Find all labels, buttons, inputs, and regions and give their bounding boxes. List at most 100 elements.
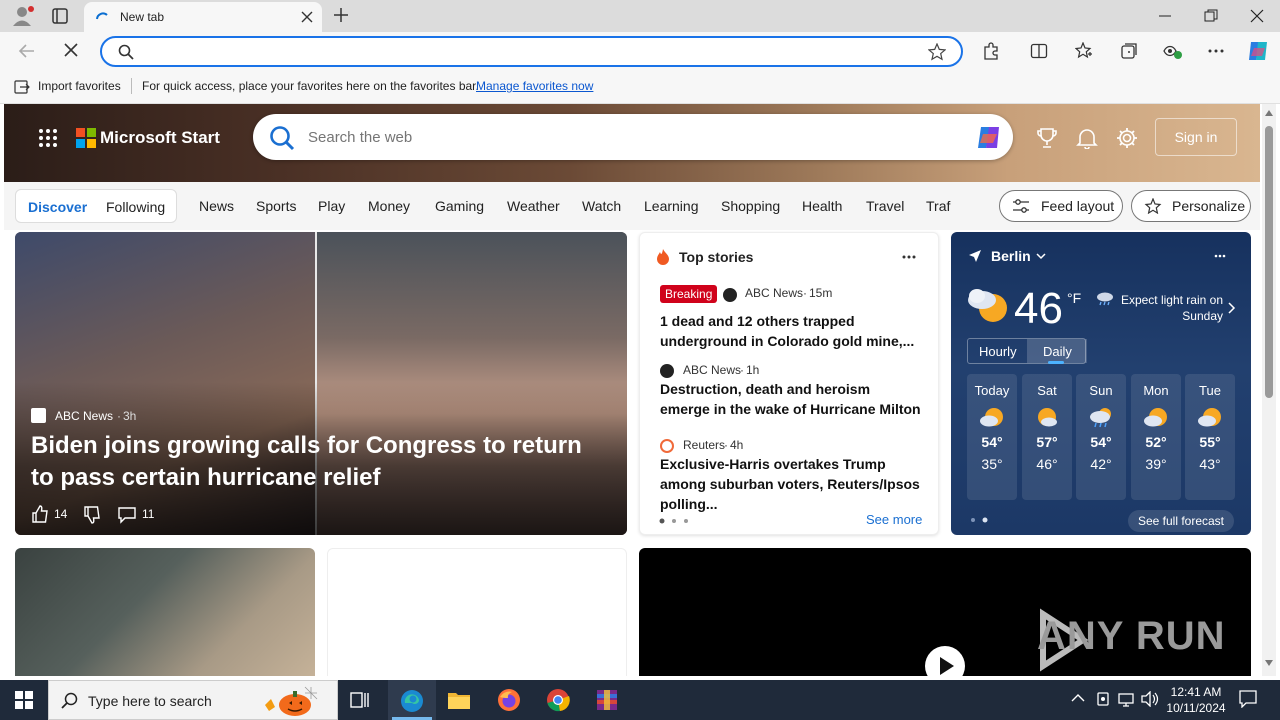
tab-close-icon[interactable] xyxy=(300,10,314,24)
day-name: Tue xyxy=(1199,383,1221,398)
address-input[interactable] xyxy=(142,42,912,62)
rewards-icon[interactable] xyxy=(1036,127,1058,149)
restore-icon[interactable] xyxy=(1204,9,1218,23)
forecast-day-sat[interactable]: Sat 57° 46° xyxy=(1022,374,1072,500)
comment-icon[interactable] xyxy=(118,506,136,524)
more-options-icon[interactable] xyxy=(902,255,916,259)
web-search-box[interactable] xyxy=(253,114,1013,160)
device-icon[interactable] xyxy=(1095,691,1111,707)
browser-essentials-icon[interactable] xyxy=(1163,42,1183,60)
tab-new-tab[interactable]: New tab xyxy=(84,2,322,32)
search-icon xyxy=(269,125,295,151)
nav-news[interactable]: News xyxy=(199,198,234,214)
copilot-icon[interactable] xyxy=(973,122,1003,152)
story-headline[interactable]: 1 dead and 12 others trapped underground… xyxy=(660,311,922,351)
winrar-icon[interactable] xyxy=(595,688,619,712)
weather-city[interactable]: Berlin xyxy=(991,248,1031,264)
tab-daily[interactable]: Daily xyxy=(1043,344,1072,359)
forecast-day-today[interactable]: Today 54° 35° xyxy=(967,374,1017,500)
nav-sports[interactable]: Sports xyxy=(256,198,296,214)
see-full-forecast-button[interactable]: See full forecast xyxy=(1128,510,1234,532)
more-options-icon[interactable] xyxy=(1214,254,1226,258)
chrome-icon[interactable] xyxy=(546,688,570,712)
chevron-down-icon[interactable] xyxy=(1036,253,1046,260)
nav-shopping[interactable]: Shopping xyxy=(721,198,780,214)
scrollbar-thumb[interactable] xyxy=(1265,126,1273,398)
more-icon[interactable] xyxy=(1207,42,1225,60)
feed-layout-button[interactable]: Feed layout xyxy=(999,190,1123,222)
scroll-down-icon[interactable] xyxy=(1265,660,1273,666)
collections-icon[interactable] xyxy=(1120,42,1138,60)
forecast-day-mon[interactable]: Mon 52° 39° xyxy=(1131,374,1181,500)
firefox-icon[interactable] xyxy=(497,688,521,712)
nav-gaming[interactable]: Gaming xyxy=(435,198,484,214)
task-view-icon[interactable] xyxy=(350,690,370,710)
nav-play[interactable]: Play xyxy=(318,198,345,214)
page-scrollbar[interactable] xyxy=(1262,104,1276,676)
tab-following[interactable]: Following xyxy=(106,199,165,215)
temp-unit[interactable]: °F xyxy=(1067,290,1081,306)
favorites-message: For quick access, place your favorites h… xyxy=(142,79,479,93)
edge-taskbar-button[interactable] xyxy=(388,680,436,720)
dislike-icon[interactable] xyxy=(83,506,101,524)
new-tab-button[interactable] xyxy=(332,6,350,24)
volume-icon[interactable] xyxy=(1141,691,1159,707)
story-headline[interactable]: Exclusive-Harris overtakes Trump among s… xyxy=(660,454,922,514)
app-launcher-icon[interactable] xyxy=(38,128,58,148)
notifications-icon[interactable] xyxy=(1076,127,1098,149)
tab-discover[interactable]: Discover xyxy=(28,199,87,215)
pagination-dots[interactable] xyxy=(659,518,693,524)
brand-name[interactable]: Microsoft Start xyxy=(100,128,220,148)
reuters-logo-icon xyxy=(660,439,674,453)
import-icon xyxy=(14,79,30,95)
forecast-day-sun[interactable]: Sun 54° 42° xyxy=(1076,374,1126,500)
video-card[interactable]: ANY RUN xyxy=(639,548,1251,676)
nav-health[interactable]: Health xyxy=(802,198,842,214)
minimize-icon[interactable] xyxy=(1158,9,1172,23)
nav-learning[interactable]: Learning xyxy=(644,198,699,214)
favorites-icon[interactable] xyxy=(1075,42,1093,60)
extensions-icon[interactable] xyxy=(982,42,1000,60)
tab-hourly[interactable]: Hourly xyxy=(979,344,1017,359)
see-more-link[interactable]: See more xyxy=(866,512,922,527)
forecast-day-tue[interactable]: Tue 55° 43° xyxy=(1185,374,1235,500)
sign-in-button[interactable]: Sign in xyxy=(1155,118,1237,156)
pagination-dots[interactable] xyxy=(970,517,990,523)
tab-actions-icon[interactable] xyxy=(52,8,68,24)
start-windows-icon[interactable] xyxy=(15,691,33,709)
lead-story-card[interactable]: ABC News · 3h Biden joins growing calls … xyxy=(15,232,627,535)
address-bar[interactable] xyxy=(100,36,963,67)
notification-center-icon[interactable] xyxy=(1239,690,1257,708)
file-explorer-icon[interactable] xyxy=(447,690,471,710)
import-favorites-button[interactable]: Import favorites xyxy=(38,79,121,93)
copilot-icon[interactable] xyxy=(1245,38,1271,64)
nav-watch[interactable]: Watch xyxy=(582,198,621,214)
story-headline[interactable]: Destruction, death and heroism emerge in… xyxy=(660,379,922,419)
nav-travel[interactable]: Travel xyxy=(866,198,904,214)
favorite-star-icon[interactable] xyxy=(928,43,946,61)
close-icon[interactable] xyxy=(1250,9,1264,23)
lead-headline[interactable]: Biden joins growing calls for Congress t… xyxy=(31,430,611,494)
split-screen-icon[interactable] xyxy=(1030,42,1048,60)
clock[interactable]: 12:41 AM 10/11/2024 xyxy=(1164,684,1228,716)
show-hidden-icons-icon[interactable] xyxy=(1071,693,1085,703)
chevron-right-icon[interactable] xyxy=(1228,302,1236,314)
profile-icon[interactable] xyxy=(10,5,34,27)
web-search-input[interactable] xyxy=(308,126,958,148)
nav-money[interactable]: Money xyxy=(368,198,410,214)
nav-traffic[interactable]: Traf xyxy=(926,198,950,214)
back-icon[interactable] xyxy=(18,42,36,60)
taskbar-search[interactable]: Type here to search xyxy=(48,680,338,720)
play-button[interactable] xyxy=(925,646,965,676)
story-card-image[interactable] xyxy=(15,548,315,676)
network-icon[interactable] xyxy=(1117,691,1135,707)
settings-gear-icon[interactable] xyxy=(1116,127,1138,149)
manage-favorites-link[interactable]: Manage favorites now xyxy=(476,79,593,93)
scroll-up-icon[interactable] xyxy=(1265,110,1273,116)
stop-icon[interactable] xyxy=(63,42,79,58)
weather-summary[interactable]: Expect light rain on Sunday xyxy=(1115,292,1223,324)
day-high: 54° xyxy=(1090,434,1112,450)
personalize-button[interactable]: Personalize xyxy=(1131,190,1251,222)
nav-weather[interactable]: Weather xyxy=(507,198,560,214)
like-icon[interactable] xyxy=(31,505,49,523)
